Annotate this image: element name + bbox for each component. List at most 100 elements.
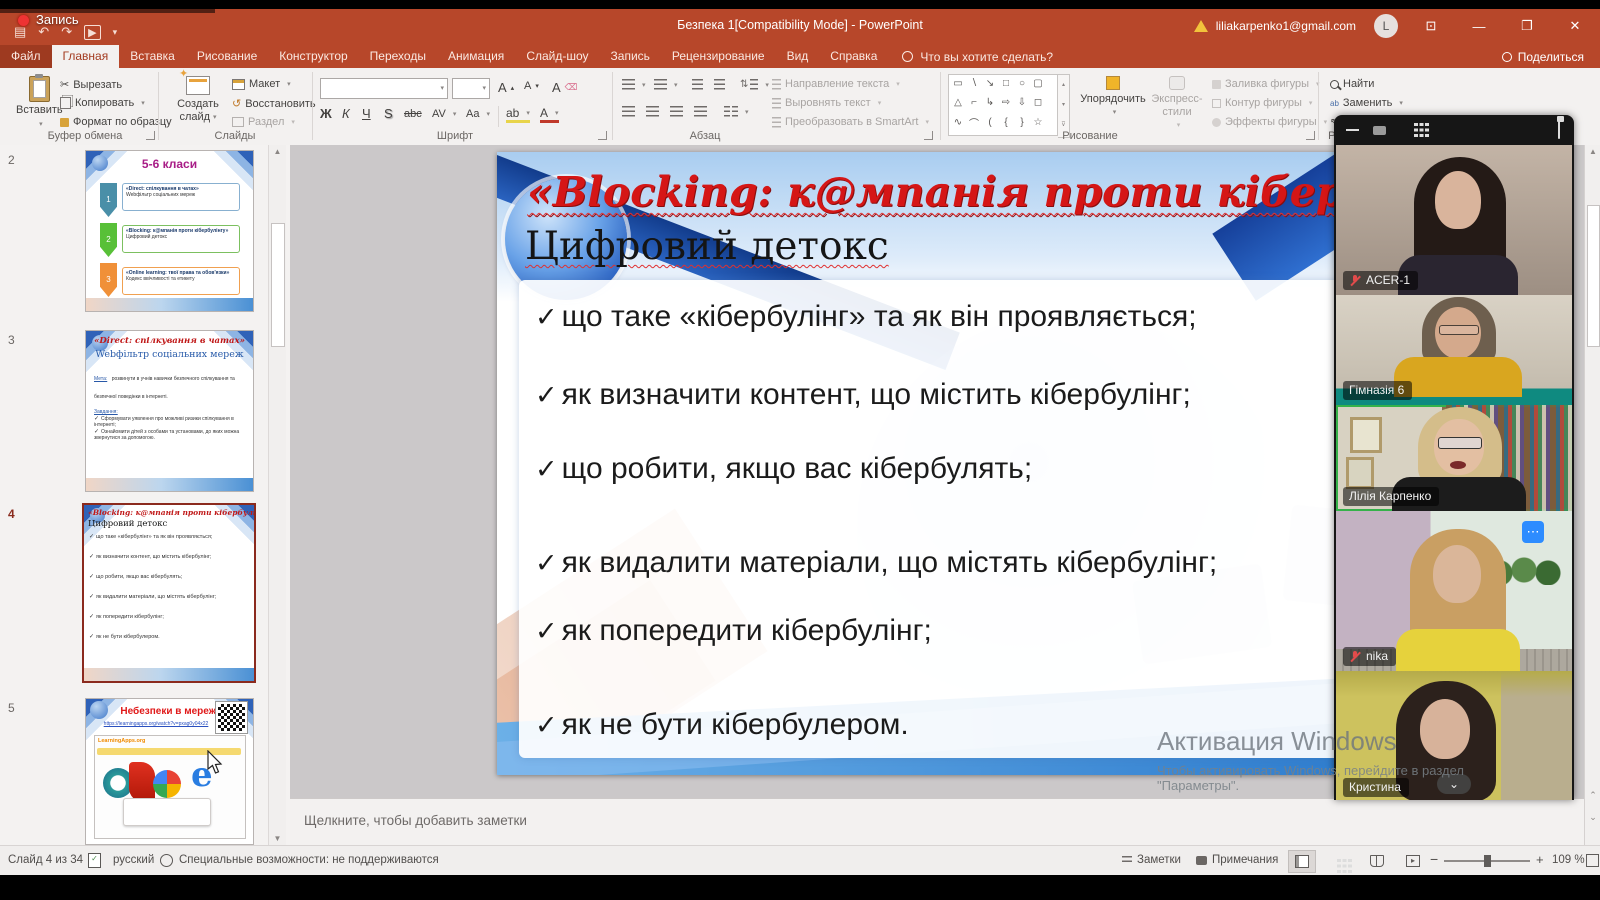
grow-font-button[interactable]: А▴ <box>498 80 514 95</box>
shape-icon[interactable]: ⇨ <box>998 95 1014 110</box>
font-size-combo[interactable] <box>452 78 490 99</box>
slide-bullet[interactable]: ✓як не бути кібербулером. <box>535 708 909 742</box>
video-tile[interactable]: ⋯ nika <box>1336 511 1572 671</box>
shape-icon[interactable]: ⌐ <box>966 95 982 110</box>
account-avatar[interactable]: L <box>1374 14 1398 38</box>
minimize-videos-icon[interactable] <box>1346 129 1359 132</box>
align-right-button[interactable] <box>670 106 683 117</box>
layout-button[interactable]: Макет <box>232 78 291 90</box>
quick-styles-button[interactable]: Экспресс-стили <box>1148 76 1206 129</box>
cut-button[interactable]: ✂Вырезать <box>60 78 122 91</box>
slide-thumbnail-2[interactable]: 5-6 класи 1 «Direct: спілкування в чатах… <box>85 150 254 312</box>
tab-file[interactable]: Файл <box>0 45 52 68</box>
slideshow-view-button[interactable]: ▸ <box>1400 850 1426 871</box>
notes-placeholder[interactable]: Щелкните, чтобы добавить заметки <box>304 813 527 828</box>
zoom-level[interactable]: 109 % <box>1552 854 1585 866</box>
notes-toggle[interactable]: Заметки <box>1122 854 1181 866</box>
tab-home[interactable]: Главная <box>52 45 120 68</box>
font-name-combo[interactable] <box>320 78 448 99</box>
restore-button[interactable]: ❐ <box>1512 18 1542 34</box>
language-indicator[interactable]: русский <box>113 854 154 866</box>
convert-smartart-button[interactable]: Преобразовать в SmartArt <box>772 116 929 128</box>
scroll-down-arrow[interactable]: ▼ <box>269 834 286 843</box>
copy-button[interactable]: Копировать <box>60 97 145 109</box>
slide-subtitle[interactable]: Цифровий детокс <box>525 224 889 269</box>
more-options-button[interactable]: ⋯ <box>1522 521 1544 543</box>
main-vertical-scrollbar[interactable]: ▲ ⌃ ⌄ <box>1584 145 1600 845</box>
format-painter-button[interactable]: Формат по образцу <box>60 116 172 128</box>
section-button[interactable]: Раздел <box>232 116 295 128</box>
scrollbar-thumb[interactable] <box>271 223 285 347</box>
scrollbar-thumb[interactable] <box>1587 205 1600 347</box>
bold-button[interactable]: Ж <box>320 106 332 121</box>
tab-record[interactable]: Запись <box>600 45 661 68</box>
scroll-up-arrow[interactable]: ▲ <box>1585 147 1600 156</box>
clear-formatting-button[interactable]: А⌫ <box>552 80 577 95</box>
tab-view[interactable]: Вид <box>776 45 820 68</box>
strikethrough-button[interactable]: abc <box>404 108 422 120</box>
speaker-view-icon[interactable] <box>1373 126 1386 135</box>
fit-to-window-button[interactable] <box>1586 854 1599 867</box>
bullets-button[interactable] <box>622 79 646 90</box>
account-email[interactable]: liliakarpenko1@gmail.com <box>1216 19 1356 33</box>
shapes-gallery[interactable]: ▭∖↘□○▢△⌐↳⇨⇩◻∿⌒({}☆ <box>948 74 1058 136</box>
shape-icon[interactable]: ⌒ <box>966 115 982 130</box>
slide-counter[interactable]: Слайд 4 из 34 <box>8 854 83 866</box>
paste-button[interactable]: Вставить <box>16 76 63 122</box>
reset-button[interactable]: ↺Восстановить <box>232 97 316 110</box>
font-color-button[interactable]: А <box>540 106 559 123</box>
shape-icon[interactable]: ▢ <box>1030 76 1046 91</box>
tab-insert[interactable]: Вставка <box>119 45 186 68</box>
shape-effects-button[interactable]: Эффекты фигуры <box>1212 116 1327 128</box>
tab-slideshow[interactable]: Слайд-шоу <box>515 45 599 68</box>
accessibility-status[interactable]: Специальные возможности: не поддерживают… <box>179 854 439 866</box>
slide-thumbnail-4-selected[interactable]: «Blocking: к@мпанія проти кібербулінгу» … <box>82 503 256 683</box>
close-button[interactable]: ✕ <box>1560 18 1590 34</box>
zoom-slider-thumb[interactable] <box>1484 855 1491 867</box>
zoom-out-button[interactable]: − <box>1430 851 1438 867</box>
shape-icon[interactable]: △ <box>950 95 966 110</box>
tab-design[interactable]: Конструктор <box>268 45 358 68</box>
video-tile[interactable]: ACER-1 <box>1336 145 1572 295</box>
align-left-button[interactable] <box>622 106 635 117</box>
align-center-button[interactable] <box>646 106 659 117</box>
ribbon-display-options-icon[interactable]: ⊡ <box>1416 18 1446 34</box>
shape-icon[interactable]: ☆ <box>1030 115 1046 130</box>
slide-bullet[interactable]: ✓як попередити кібербулінг; <box>535 614 932 648</box>
change-case-button[interactable]: Aa <box>466 108 490 120</box>
share-button[interactable]: Поделиться <box>1518 50 1584 64</box>
popout-icon[interactable] <box>1558 121 1560 139</box>
text-shadow-button[interactable]: S <box>384 106 393 121</box>
previous-slide-button[interactable]: ⌃ <box>1585 790 1600 801</box>
paragraph-dialog-launcher[interactable] <box>924 131 933 140</box>
next-slide-button[interactable]: ⌄ <box>1585 812 1600 823</box>
shape-icon[interactable]: { <box>998 115 1014 130</box>
slide-thumbnail-5[interactable]: Небезпеки в мережі https://learningapps.… <box>85 698 254 845</box>
text-direction-button[interactable]: Направление текста <box>772 78 900 90</box>
slide-thumbnail-3[interactable]: «Direct: спілкування в чатах» Webфільтр … <box>85 330 254 492</box>
reading-view-button[interactable] <box>1364 850 1390 871</box>
shape-icon[interactable]: ⇩ <box>1014 95 1030 110</box>
shrink-font-button[interactable]: А▾ <box>524 80 539 92</box>
columns-button[interactable] <box>724 106 749 117</box>
line-spacing-button[interactable]: ⇅ <box>740 79 769 90</box>
tab-transitions[interactable]: Переходы <box>359 45 437 68</box>
tab-animations[interactable]: Анимация <box>437 45 515 68</box>
tell-me-box[interactable]: Что вы хотите сделать? <box>920 50 1053 64</box>
thumb5-link[interactable]: https://learningapps.org/watch?v=pxag0y0… <box>86 721 226 727</box>
italic-button[interactable]: К <box>342 106 350 121</box>
gallery-view-icon[interactable] <box>1414 123 1429 138</box>
shape-icon[interactable]: □ <box>998 76 1014 91</box>
shape-outline-button[interactable]: Контур фигуры <box>1212 97 1312 109</box>
shape-icon[interactable]: ∖ <box>966 76 982 91</box>
shape-icon[interactable]: ◻ <box>1030 95 1046 110</box>
slide-bullet[interactable]: ✓що таке «кібербулінг» та як він проявля… <box>535 300 1197 334</box>
thumbnail-scrollbar[interactable]: ▲ ▼ <box>268 145 286 845</box>
slide-bullet[interactable]: ✓як видалити матеріали, що містять кібер… <box>535 546 1217 580</box>
slide-sorter-view-button[interactable] <box>1326 850 1352 871</box>
font-dialog-launcher[interactable] <box>598 131 607 140</box>
spellcheck-icon[interactable]: ✓ <box>88 853 101 868</box>
underline-button[interactable]: Ч <box>362 106 371 121</box>
shapes-scrollbar[interactable]: ▴▾⊽ <box>1058 74 1070 138</box>
scroll-up-arrow[interactable]: ▲ <box>269 147 286 156</box>
